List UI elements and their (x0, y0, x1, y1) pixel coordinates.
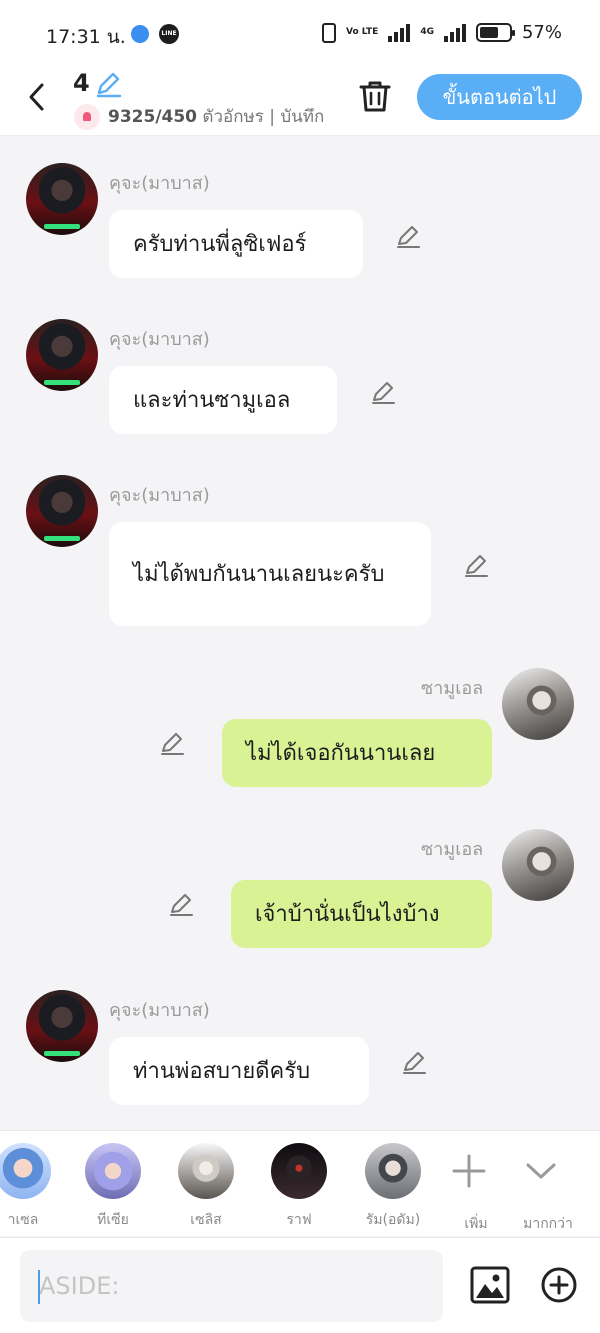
character-name: เซลิส (190, 1212, 222, 1228)
character-avatar (0, 1143, 51, 1199)
chat-area: คุจะ(มาบาส) ครับท่านพี่ลูซิเฟอร์ คุจะ(มา… (0, 137, 600, 1130)
vibrate-icon (322, 22, 336, 43)
message-bubble[interactable]: ท่านพ่อสบายดีครับ (109, 1037, 369, 1105)
text-caret (38, 1270, 40, 1304)
add-label: เพิ่ม (464, 1216, 488, 1232)
sender-name: ซามูเอล (421, 678, 484, 699)
edit-message-icon[interactable] (168, 891, 194, 917)
character-name: ราฟ (286, 1212, 312, 1228)
character-avatar (178, 1143, 234, 1199)
signal-icon-2 (443, 23, 466, 42)
status-indicators: Vo LTE 4G 57% (322, 22, 562, 43)
message-bubble[interactable]: ครับท่านพี่ลูซิเฟอร์ (109, 210, 363, 278)
add-character-button[interactable]: เพิ่ม (441, 1143, 511, 1235)
next-step-button[interactable]: ขั้นตอนต่อไป (417, 74, 582, 120)
avatar-kuja[interactable] (26, 475, 98, 547)
character-count: 9325/450 ตัวอักษร | บันทึก (108, 107, 325, 127)
character-name: าเซล (7, 1212, 39, 1228)
aside-input[interactable] (20, 1250, 443, 1322)
sender-name: คุจะ(มาบาส) (109, 173, 210, 194)
status-bar: 17:31 น. LINE Vo LTE 4G 57% (0, 0, 600, 66)
chevron-down-icon (526, 1163, 556, 1179)
back-icon[interactable] (22, 80, 52, 114)
edit-title-icon[interactable] (94, 70, 122, 98)
character-name: รัม(อดัม) (365, 1212, 421, 1228)
avatar-kuja[interactable] (26, 163, 98, 235)
avatar-samuel[interactable] (502, 829, 574, 901)
send-icon (131, 25, 149, 43)
edit-message-icon[interactable] (395, 223, 421, 249)
signal-icon (388, 23, 411, 42)
more-label: มากกว่า (523, 1216, 573, 1232)
character-item[interactable]: ราฟ (264, 1143, 334, 1231)
sender-name: คุจะ(มาบาส) (109, 329, 210, 350)
network-indicator: 4G (420, 27, 434, 37)
character-item[interactable]: ทีเซีย (78, 1143, 148, 1231)
status-time: 17:31 น. (46, 26, 126, 48)
avatar-samuel[interactable] (502, 668, 574, 740)
episode-number: 4 (73, 69, 90, 97)
delete-icon[interactable] (358, 78, 392, 114)
add-circle-icon[interactable] (540, 1266, 578, 1304)
character-selector: าเซล ทีเซีย เซลิส ราฟ รัม(อดัม) เพิ่ม มา… (0, 1130, 600, 1236)
character-avatar (365, 1143, 421, 1199)
plus-icon (452, 1154, 486, 1188)
sender-name: ซามูเอล (421, 839, 484, 860)
sender-name: คุจะ(มาบาส) (109, 1000, 210, 1021)
message-bubble[interactable]: ไม่ได้พบกันนานเลยนะครับ (109, 522, 431, 626)
avatar-kuja[interactable] (26, 990, 98, 1062)
character-avatar (85, 1143, 141, 1199)
character-item[interactable]: เซลิส (171, 1143, 241, 1231)
message-bubble[interactable]: และท่านซามูเอล (109, 366, 337, 434)
edit-message-icon[interactable] (159, 730, 185, 756)
sender-name: คุจะ(มาบาส) (109, 485, 210, 506)
image-icon[interactable] (470, 1266, 510, 1304)
bell-icon (74, 103, 100, 130)
composer-bar (0, 1237, 600, 1333)
character-item[interactable]: รัม(อดัม) (358, 1143, 428, 1231)
battery-icon (475, 23, 515, 42)
edit-message-icon[interactable] (401, 1049, 427, 1075)
message-bubble[interactable]: เจ้าบ้านั่นเป็นไงบ้าง (231, 880, 492, 948)
more-characters-button[interactable]: มากกว่า (513, 1143, 583, 1235)
edit-message-icon[interactable] (463, 552, 489, 578)
avatar-kuja[interactable] (26, 319, 98, 391)
edit-message-icon[interactable] (370, 379, 396, 405)
character-avatar (271, 1143, 327, 1199)
message-bubble[interactable]: ไม่ได้เจอกันนานเลย (222, 719, 492, 787)
character-count-row: 9325/450 ตัวอักษร | บันทึก (74, 103, 330, 130)
battery-percent: 57% (521, 22, 562, 43)
character-item[interactable]: าเซล (0, 1143, 58, 1231)
volte-indicator: Vo LTE (346, 27, 379, 37)
character-name: ทีเซีย (97, 1212, 129, 1228)
editor-header: 4 9325/450 ตัวอักษร | บันทึก ขั้นตอนต่อไ… (0, 66, 600, 136)
line-icon: LINE (159, 24, 179, 44)
